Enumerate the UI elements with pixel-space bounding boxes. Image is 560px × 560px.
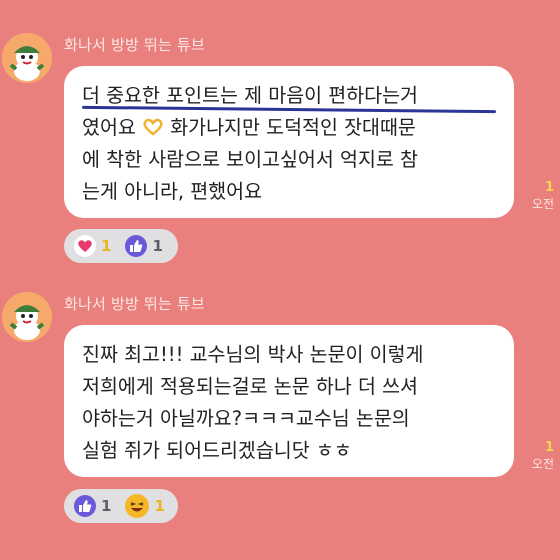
message-line: 진짜 최고!!! 교수님의 박사 논문이 이렇게	[82, 343, 424, 366]
message-line: 였어요 화가나지만 도덕적인 잣대때문	[82, 112, 496, 144]
reaction-thumbs-up[interactable]: 1	[125, 235, 163, 257]
message-text: 였어요	[82, 116, 136, 139]
thumbs-up-icon	[125, 235, 148, 257]
message-bubble[interactable]: 더 중요한 포인트는 제 마음이 편하다는거 였어요 화가나지만 도덕적인 잣대…	[64, 66, 514, 218]
message-text: 더 중요한 포인트는 제 마음이 편하다는거	[82, 84, 418, 107]
reaction-count: 1	[154, 497, 165, 515]
sender-name: 화나서 방방 뛰는 튜브	[64, 36, 205, 54]
reaction-thumbs-up[interactable]: 1	[74, 495, 111, 517]
reaction-count: 1	[152, 237, 163, 255]
reaction-bar[interactable]: 1 1	[64, 489, 178, 523]
message-line: 는게 아니라, 편했어요	[82, 180, 263, 203]
avatar[interactable]	[2, 33, 52, 83]
reaction-count: 1	[101, 237, 112, 255]
reaction-bar[interactable]: 1 1	[64, 229, 178, 263]
unread-count: 1	[544, 180, 554, 195]
message-meta: 1 오전	[532, 440, 554, 472]
message-line: 더 중요한 포인트는 제 마음이 편하다는거	[81, 80, 497, 114]
reaction-count: 1	[101, 497, 112, 515]
tube-character-icon	[2, 292, 52, 342]
avatar[interactable]	[2, 292, 52, 342]
message-line: 실험 쥐가 되어드리겠습니닷 ㅎㅎ	[82, 439, 352, 462]
unread-count: 1	[544, 440, 554, 455]
message-line: 에 착한 사람으로 보이고싶어서 억지로 참	[82, 148, 418, 171]
message-text: 화가나지만 도덕적인 잣대때문	[170, 116, 416, 139]
sender-name: 화나서 방방 뛰는 튜브	[64, 295, 205, 313]
thumbs-up-icon	[74, 495, 96, 517]
message-meta: 1 오전	[532, 180, 554, 212]
message-line: 저희에게 적용되는걸로 논문 하나 더 쓰셔	[82, 375, 418, 398]
reaction-laughing[interactable]: 1	[125, 494, 165, 518]
timestamp: 오전	[531, 197, 554, 211]
message-bubble[interactable]: 진짜 최고!!! 교수님의 박사 논문이 이렇게 저희에게 적용되는걸로 논문 …	[64, 325, 514, 477]
heart-icon	[74, 235, 96, 257]
reaction-heart[interactable]: 1	[74, 235, 111, 257]
tube-character-icon	[2, 33, 52, 83]
heart-hands-icon	[143, 118, 163, 136]
timestamp: 오전	[531, 457, 554, 471]
message-line: 야하는거 아닐까요?ㅋㅋㅋ교수님 논문의	[82, 407, 410, 430]
laughing-emoji-icon	[125, 494, 150, 518]
